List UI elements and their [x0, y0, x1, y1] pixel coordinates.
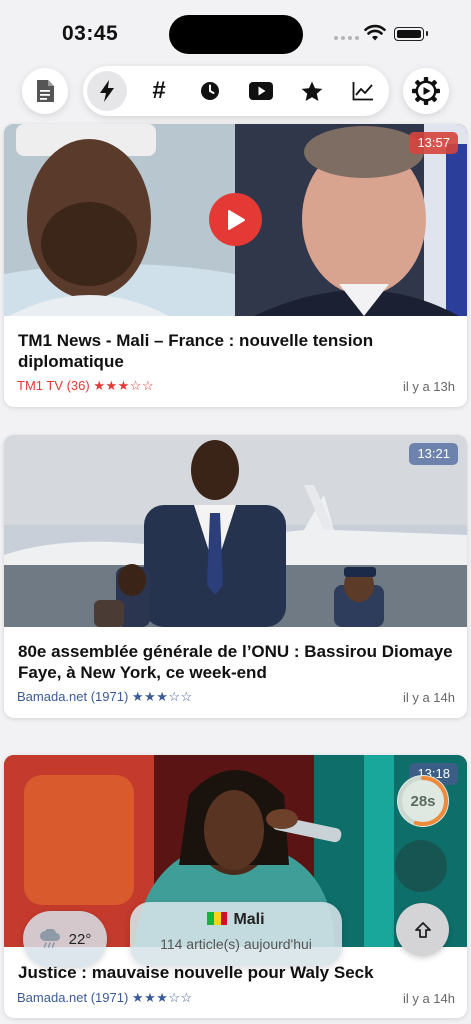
article-card[interactable]: 13:21 80e assemblée générale de l’ONU : …	[4, 435, 467, 718]
article-source[interactable]: TM1 TV (36) ★★★☆☆	[17, 378, 154, 394]
tab-stats[interactable]	[343, 71, 383, 111]
source-name: TM1 TV (36)	[17, 378, 90, 393]
article-source[interactable]: Bamada.net (1971) ★★★☆☆	[17, 689, 193, 705]
play-button[interactable]	[209, 193, 262, 246]
dynamic-island	[169, 15, 303, 54]
lightning-icon	[100, 80, 114, 102]
refresh-timer[interactable]: 28s	[397, 775, 449, 827]
article-time: il y a 13h	[402, 379, 455, 394]
arrow-up-icon	[414, 921, 431, 938]
country-name-row: Mali	[130, 911, 342, 929]
gear-icon	[412, 77, 440, 105]
article-title[interactable]: 80e assemblée générale de l’ONU : Bassir…	[18, 641, 453, 683]
article-time: il y a 14h	[402, 690, 455, 705]
status-bar: 03:45	[0, 0, 471, 64]
tab-hashtags[interactable]: #	[139, 71, 179, 111]
article-source[interactable]: Bamada.net (1971) ★★★☆☆	[17, 990, 193, 1006]
status-time: 03:45	[62, 22, 119, 45]
article-title[interactable]: TM1 News - Mali – France : nouvelle tens…	[18, 330, 453, 372]
signal-icon	[334, 36, 359, 40]
weather-temperature: 22°	[68, 930, 92, 948]
settings-button[interactable]	[403, 68, 449, 114]
tab-videos[interactable]	[241, 71, 281, 111]
rating-stars: ★★★☆☆	[93, 378, 155, 393]
mali-flag-icon	[207, 912, 228, 925]
duration-badge: 13:57	[409, 132, 458, 154]
weather-widget[interactable]: 22°	[23, 911, 107, 967]
scroll-top-button[interactable]	[396, 903, 449, 956]
article-card[interactable]: 13:57 TM1 News - Mali – France : nouvell…	[4, 124, 467, 407]
article-thumbnail[interactable]: 13:21	[4, 435, 467, 627]
document-button[interactable]	[22, 68, 68, 114]
share-button[interactable]	[395, 840, 447, 892]
battery-icon	[394, 27, 428, 41]
tab-latest[interactable]	[87, 71, 127, 111]
country-selector[interactable]: Mali 114 article(s) aujourd'hui	[130, 902, 342, 966]
document-icon	[37, 80, 54, 102]
play-icon	[227, 209, 245, 230]
source-name: Bamada.net (1971)	[17, 990, 129, 1005]
youtube-icon	[249, 82, 273, 100]
source-name: Bamada.net (1971)	[17, 689, 129, 704]
timer-label: 28s	[410, 792, 436, 810]
duration-badge: 13:21	[409, 443, 458, 465]
tab-favorites[interactable]	[292, 71, 332, 111]
category-tabs: #	[83, 66, 389, 116]
article-time: il y a 14h	[402, 991, 455, 1006]
country-name: Mali	[233, 911, 265, 928]
tab-history[interactable]	[190, 71, 230, 111]
rating-stars: ★★★☆☆	[131, 990, 193, 1005]
chart-icon	[352, 82, 373, 101]
articles-today: 114 article(s) aujourd'hui	[160, 936, 312, 952]
article-thumbnail[interactable]: 13:57	[4, 124, 467, 316]
hash-icon: #	[152, 77, 166, 104]
clock-icon	[201, 82, 219, 100]
star-icon	[301, 81, 323, 101]
wifi-icon	[364, 24, 386, 41]
cloud-rain-icon	[39, 929, 60, 948]
rating-stars: ★★★☆☆	[131, 689, 193, 704]
